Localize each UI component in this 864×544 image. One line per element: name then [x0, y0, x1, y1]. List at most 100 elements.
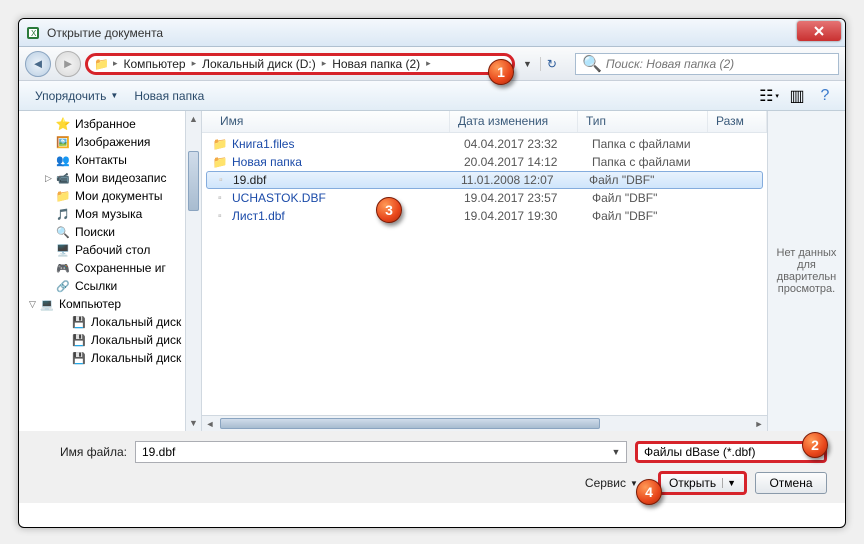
video-icon	[55, 171, 71, 185]
sidebar-item[interactable]: Ссылки	[21, 277, 201, 295]
preview-pane-button[interactable]: ▥	[785, 85, 809, 107]
horizontal-scrollbar[interactable]: ◄ ►	[202, 415, 767, 431]
sidebar-label: Моя музыка	[75, 207, 142, 221]
search-box[interactable]: 🔍	[575, 53, 839, 75]
callout-badge-2: 2	[802, 432, 828, 458]
sidebar-item[interactable]: Локальный диск	[21, 313, 201, 331]
scroll-right-icon[interactable]: ►	[751, 416, 767, 431]
file-row[interactable]: Книга1.files04.04.2017 23:32Папка с файл…	[202, 135, 767, 153]
column-headers: Имя Дата изменения Тип Разм	[202, 111, 767, 133]
sidebar-item[interactable]: ▽Компьютер	[21, 295, 201, 313]
link-icon	[55, 279, 71, 293]
file-icon	[212, 209, 228, 223]
file-type: Папка с файлами	[592, 155, 722, 169]
open-button[interactable]: Открыть▼	[658, 471, 747, 495]
file-type: Файл "DBF"	[592, 209, 722, 223]
filename-label: Имя файла:	[37, 445, 127, 459]
file-row[interactable]: 19.dbf11.01.2008 12:07Файл "DBF"	[206, 171, 763, 189]
file-row[interactable]: Новая папка20.04.2017 14:12Папка с файла…	[202, 153, 767, 171]
folder-icon	[94, 55, 109, 73]
back-button[interactable]: ◄	[25, 51, 51, 77]
sidebar-item[interactable]: Изображения	[21, 133, 201, 151]
callout-badge-4: 4	[636, 479, 662, 505]
sidebar-item[interactable]: Избранное	[21, 115, 201, 133]
sidebar-label: Ссылки	[75, 279, 117, 293]
sidebar-item[interactable]: Мои документы	[21, 187, 201, 205]
filename-input[interactable]: 19.dbf ▼	[135, 441, 627, 463]
folder-icon	[55, 189, 71, 203]
h-scroll-thumb[interactable]	[220, 418, 600, 429]
view-button[interactable]: ☷▾	[757, 85, 781, 107]
file-name: 19.dbf	[233, 173, 461, 187]
address-bar[interactable]: ▸ Компьютер ▸ Локальный диск (D:) ▸ Нова…	[85, 53, 515, 75]
sidebar-label: Локальный диск	[91, 351, 181, 365]
disk-icon	[71, 333, 87, 347]
scroll-left-icon[interactable]: ◄	[202, 416, 218, 431]
help-button[interactable]: ?	[813, 85, 837, 107]
sidebar-label: Мои документы	[75, 189, 162, 203]
refresh-icon[interactable]: ↻	[540, 57, 563, 71]
file-date: 04.04.2017 23:32	[464, 137, 592, 151]
cancel-button[interactable]: Отмена	[755, 472, 827, 494]
sidebar-item[interactable]: Рабочий стол	[21, 241, 201, 259]
col-type[interactable]: Тип	[578, 111, 708, 132]
sidebar-label: Локальный диск	[91, 333, 181, 347]
breadcrumb-drive[interactable]: Локальный диск (D:)	[200, 57, 318, 71]
sidebar: Избранное Изображения Контакты ▷Мои видеоза…	[19, 111, 202, 431]
addr-dropdown-icon[interactable]: ▼	[519, 59, 536, 69]
scroll-down-icon[interactable]: ▼	[186, 415, 201, 431]
sidebar-item[interactable]: Локальный диск	[21, 349, 201, 367]
filename-value: 19.dbf	[142, 445, 175, 459]
sidebar-label: Изображения	[75, 135, 150, 149]
breadcrumb-folder[interactable]: Новая папка (2)	[330, 57, 422, 71]
toolbar: Упорядочить▼ Новая папка ☷▾ ▥ ?	[19, 81, 845, 111]
sidebar-item[interactable]: Моя музыка	[21, 205, 201, 223]
sidebar-item[interactable]: Локальный диск	[21, 331, 201, 349]
col-date[interactable]: Дата изменения	[450, 111, 578, 132]
music-icon	[55, 207, 71, 221]
contact-icon	[55, 153, 71, 167]
dialog-body: Избранное Изображения Контакты ▷Мои видеоза…	[19, 111, 845, 431]
sidebar-item[interactable]: ▷Мои видеозапис	[21, 169, 201, 187]
callout-badge-1: 1	[488, 59, 514, 85]
sidebar-label: Компьютер	[59, 297, 121, 311]
file-row[interactable]: UCHASTOK.DBF19.04.2017 23:57Файл "DBF"	[202, 189, 767, 207]
filetype-value: Файлы dBase (*.dbf)	[644, 445, 756, 459]
close-button[interactable]	[797, 21, 841, 41]
scroll-up-icon[interactable]: ▲	[186, 111, 201, 127]
col-name[interactable]: Имя	[202, 111, 450, 132]
file-row[interactable]: Лист1.dbf19.04.2017 19:30Файл "DBF"	[202, 207, 767, 225]
file-icon	[212, 191, 228, 205]
file-type: Файл "DBF"	[592, 191, 722, 205]
file-list: Имя Дата изменения Тип Разм Книга1.files…	[202, 111, 767, 431]
file-type: Папка с файлами	[592, 137, 722, 151]
scroll-thumb[interactable]	[188, 151, 199, 211]
disk-icon	[71, 351, 87, 365]
new-folder-button[interactable]: Новая папка	[126, 85, 212, 107]
folder-icon	[212, 137, 228, 151]
file-name: UCHASTOK.DBF	[232, 191, 464, 205]
filetype-select[interactable]: Файлы dBase (*.dbf) ▼	[635, 441, 827, 463]
search-input[interactable]	[606, 57, 832, 71]
sidebar-item[interactable]: Сохраненные иг	[21, 259, 201, 277]
file-name: Книга1.files	[232, 137, 464, 151]
open-split-icon[interactable]: ▼	[722, 478, 736, 488]
breadcrumb-root[interactable]: Компьютер	[121, 57, 187, 71]
callout-badge-3: 3	[376, 197, 402, 223]
app-icon: X	[25, 25, 41, 41]
svg-text:X: X	[31, 29, 37, 38]
sidebar-item[interactable]: Поиски	[21, 223, 201, 241]
sidebar-label: Контакты	[75, 153, 127, 167]
titlebar: X Открытие документа	[19, 19, 845, 47]
filename-dropdown-icon[interactable]: ▼	[608, 444, 624, 460]
col-size[interactable]: Разм	[708, 111, 767, 132]
sidebar-item[interactable]: Контакты	[21, 151, 201, 169]
sidebar-label: Сохраненные иг	[75, 261, 166, 275]
tools-menu[interactable]: Сервис▼	[585, 476, 638, 490]
window-title: Открытие документа	[47, 26, 163, 40]
forward-button[interactable]: ►	[55, 51, 81, 77]
disk-icon	[71, 315, 87, 329]
star-icon	[55, 117, 71, 131]
sidebar-scrollbar[interactable]: ▲ ▼	[185, 111, 201, 431]
organize-button[interactable]: Упорядочить▼	[27, 85, 126, 107]
